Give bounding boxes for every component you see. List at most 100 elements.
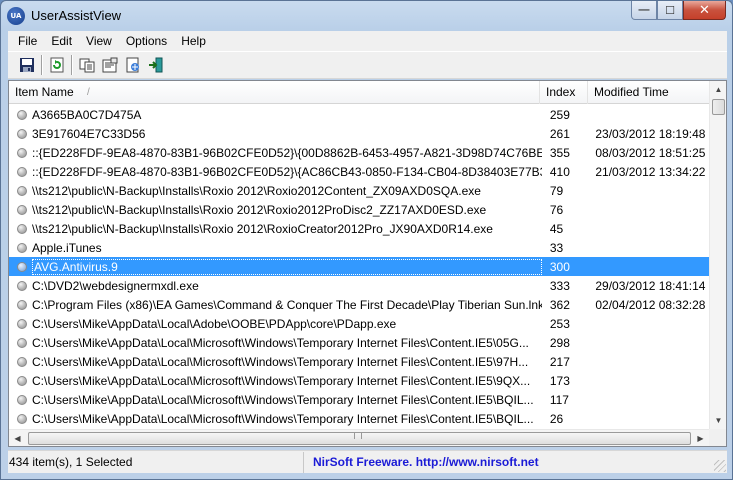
- table-row[interactable]: C:\Users\Mike\AppData\Local\Microsoft\Wi…: [9, 409, 709, 428]
- item-bullet-icon: [17, 318, 27, 329]
- scrollbar-corner: [709, 429, 726, 446]
- cell-index: 261: [549, 126, 570, 141]
- column-header-label: Item Name: [15, 85, 74, 99]
- table-row[interactable]: ::{ED228FDF-9EA8-4870-83B1-96B02CFE0D52}…: [9, 162, 709, 181]
- cell-index: 253: [549, 316, 570, 331]
- table-row[interactable]: Apple.iTunes 33: [9, 238, 709, 257]
- table-row[interactable]: C:\Users\Mike\AppData\Local\Microsoft\Wi…: [9, 352, 709, 371]
- scroll-up-arrow-icon[interactable]: ▲: [710, 81, 726, 98]
- cell-index: 79: [549, 183, 564, 198]
- cell-item-name: C:\Users\Mike\AppData\Local\Adobe\OOBE\P…: [32, 316, 397, 331]
- item-bullet-icon: [17, 147, 27, 158]
- cell-index: 355: [549, 145, 570, 160]
- items-list[interactable]: Item Name / Index Modified Time A3665BA0…: [8, 80, 727, 447]
- menu-view[interactable]: View: [79, 31, 119, 51]
- table-row[interactable]: \\ts212\public\N-Backup\Installs\Roxio 2…: [9, 200, 709, 219]
- cell-item-name: C:\Users\Mike\AppData\Local\Microsoft\Wi…: [32, 392, 534, 407]
- table-row[interactable]: A3665BA0C7D475A 259: [9, 105, 709, 124]
- refresh-icon[interactable]: [46, 54, 68, 76]
- cell-index: 45: [549, 221, 564, 236]
- menu-edit[interactable]: Edit: [44, 31, 79, 51]
- item-bullet-icon: [17, 413, 27, 424]
- cell-index: 117: [549, 392, 569, 407]
- scroll-left-arrow-icon[interactable]: ◀: [9, 430, 26, 446]
- column-header-modified-time[interactable]: Modified Time: [588, 81, 709, 104]
- cell-index: 217: [549, 354, 570, 369]
- maximize-button[interactable]: ☐: [657, 1, 683, 20]
- cell-item-name: Apple.iTunes: [32, 240, 102, 255]
- cell-modified-time: 02/04/2012 08:32:28: [595, 297, 706, 312]
- cell-item-name: \\ts212\public\N-Backup\Installs\Roxio 2…: [32, 202, 487, 217]
- table-row[interactable]: ::{ED228FDF-9EA8-4870-83B1-96B02CFE0D52}…: [9, 143, 709, 162]
- column-header-item-name[interactable]: Item Name /: [9, 81, 540, 104]
- table-row[interactable]: 3E917604E7C33D56 261 23/03/2012 18:19:48: [9, 124, 709, 143]
- cell-index: 173: [549, 373, 570, 388]
- cell-index: 362: [549, 297, 570, 312]
- item-bullet-icon: [17, 223, 27, 234]
- cell-item-name: A3665BA0C7D475A: [32, 107, 142, 122]
- toolbar: [8, 51, 727, 79]
- table-row[interactable]: C:\Program Files (x86)\EA Games\Command …: [9, 295, 709, 314]
- cell-index: 410: [549, 164, 570, 179]
- cell-item-name: ::{ED228FDF-9EA8-4870-83B1-96B02CFE0D52}…: [32, 145, 542, 160]
- status-bar: 434 item(s), 1 Selected NirSoft Freeware…: [8, 450, 727, 473]
- save-icon[interactable]: [16, 54, 38, 76]
- minimize-button[interactable]: —: [631, 1, 657, 20]
- item-bullet-icon: [17, 242, 27, 253]
- scroll-down-arrow-icon[interactable]: ▼: [710, 412, 726, 429]
- cell-index: 298: [549, 335, 570, 350]
- close-button[interactable]: ✕: [683, 1, 726, 20]
- table-row[interactable]: \\ts212\public\N-Backup\Installs\Roxio 2…: [9, 219, 709, 238]
- table-row[interactable]: C:\Users\Mike\AppData\Local\Microsoft\Wi…: [9, 390, 709, 409]
- size-grip-icon[interactable]: [714, 460, 726, 472]
- scroll-right-arrow-icon[interactable]: ▶: [692, 430, 709, 446]
- cell-index: 333: [549, 278, 570, 293]
- vertical-scroll-thumb[interactable]: [712, 99, 725, 115]
- table-row[interactable]: \\ts212\public\N-Backup\Installs\Roxio 2…: [9, 181, 709, 200]
- cell-index: 33: [549, 240, 564, 255]
- cell-item-name: 3E917604E7C33D56: [32, 126, 146, 141]
- item-bullet-icon: [17, 375, 27, 386]
- cell-item-name: \\ts212\public\N-Backup\Installs\Roxio 2…: [32, 183, 481, 198]
- item-bullet-icon: [17, 109, 27, 120]
- status-item-count: 434 item(s), 1 Selected: [8, 451, 304, 473]
- cell-item-name: AVG.Antivirus.9: [32, 258, 542, 275]
- cell-item-name: C:\Users\Mike\AppData\Local\Microsoft\Wi…: [32, 335, 529, 350]
- nirsoft-link[interactable]: NirSoft Freeware. http://www.nirsoft.net: [304, 455, 539, 469]
- sort-indicator-icon: /: [87, 87, 90, 98]
- horizontal-scrollbar[interactable]: ◀ ▶: [9, 429, 709, 446]
- cell-modified-time: 08/03/2012 18:51:25: [595, 145, 706, 160]
- caption-buttons: — ☐ ✕: [631, 1, 726, 20]
- table-row[interactable]: C:\Users\Mike\AppData\Local\Adobe\OOBE\P…: [9, 314, 709, 333]
- table-row[interactable]: C:\DVD2\webdesignermxdl.exe 333 29/03/2012…: [9, 276, 709, 295]
- column-header-index[interactable]: Index: [540, 81, 588, 104]
- item-bullet-icon: [17, 166, 27, 177]
- menu-help[interactable]: Help: [174, 31, 213, 51]
- cell-index: 300: [549, 259, 570, 274]
- vertical-scrollbar[interactable]: ▲ ▼: [709, 81, 726, 429]
- item-bullet-icon: [17, 394, 27, 405]
- toolbar-separator: [71, 55, 73, 75]
- properties-icon[interactable]: [99, 54, 121, 76]
- title-bar[interactable]: UA UserAssistView — ☐ ✕: [1, 1, 732, 31]
- menu-options[interactable]: Options: [119, 31, 174, 51]
- item-bullet-icon: [17, 280, 27, 291]
- cell-modified-time: 21/03/2012 13:34:22: [595, 164, 706, 179]
- exit-icon[interactable]: [145, 54, 167, 76]
- cell-item-name: \\ts212\public\N-Backup\Installs\Roxio 2…: [32, 221, 493, 236]
- table-row[interactable]: AVG.Antivirus.9 300: [9, 257, 709, 276]
- cell-modified-time: 23/03/2012 18:19:48: [595, 126, 706, 141]
- item-bullet-icon: [17, 128, 27, 139]
- table-row[interactable]: C:\Users\Mike\AppData\Local\Microsoft\Wi…: [9, 333, 709, 352]
- cell-index: 76: [549, 202, 564, 217]
- menu-file[interactable]: File: [11, 31, 44, 51]
- table-row[interactable]: C:\Users\Mike\AppData\Local\Microsoft\Wi…: [9, 371, 709, 390]
- scroll-grip-icon: [354, 432, 362, 439]
- toolbar-separator: [41, 55, 43, 75]
- html-report-icon[interactable]: [122, 54, 144, 76]
- copy-icon[interactable]: [76, 54, 98, 76]
- item-bullet-icon: [17, 299, 27, 310]
- cell-index: 259: [549, 107, 570, 122]
- cell-item-name: ::{ED228FDF-9EA8-4870-83B1-96B02CFE0D52}…: [32, 164, 542, 179]
- cell-item-name: C:\DVD2\webdesignermxdl.exe: [32, 278, 199, 293]
